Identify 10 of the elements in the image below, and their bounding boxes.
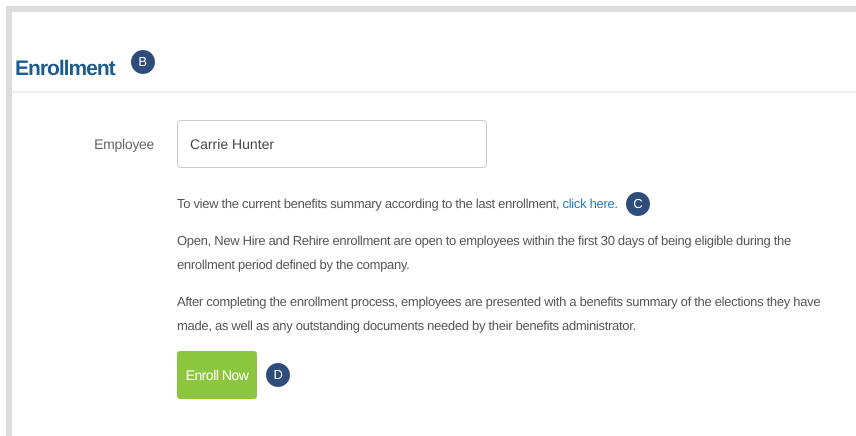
section-title: Enrollment [15, 58, 115, 79]
field-label: Employee [93, 134, 155, 154]
summary-link[interactable]: click here [562, 196, 614, 211]
callout-marker: D [266, 363, 290, 387]
callout-marker: C [626, 192, 650, 216]
info-paragraph: After completing the enrollment process, employees are presented with a benefits summary of the elections they have made, as well as any outstanding documents needed by their benefits administrator. [177, 293, 822, 335]
info-paragraph: Open, New Hire and Rehire enrollment are open to employees within the first 30 days of being eligible during the enrollment period defined by the company. [177, 232, 792, 274]
callout-marker: B [130, 50, 155, 74]
employee-field[interactable]: Carrie Hunter [177, 120, 487, 168]
summary-note: To view the current benefits summary according to the last enrollment, click here. [177, 195, 618, 213]
